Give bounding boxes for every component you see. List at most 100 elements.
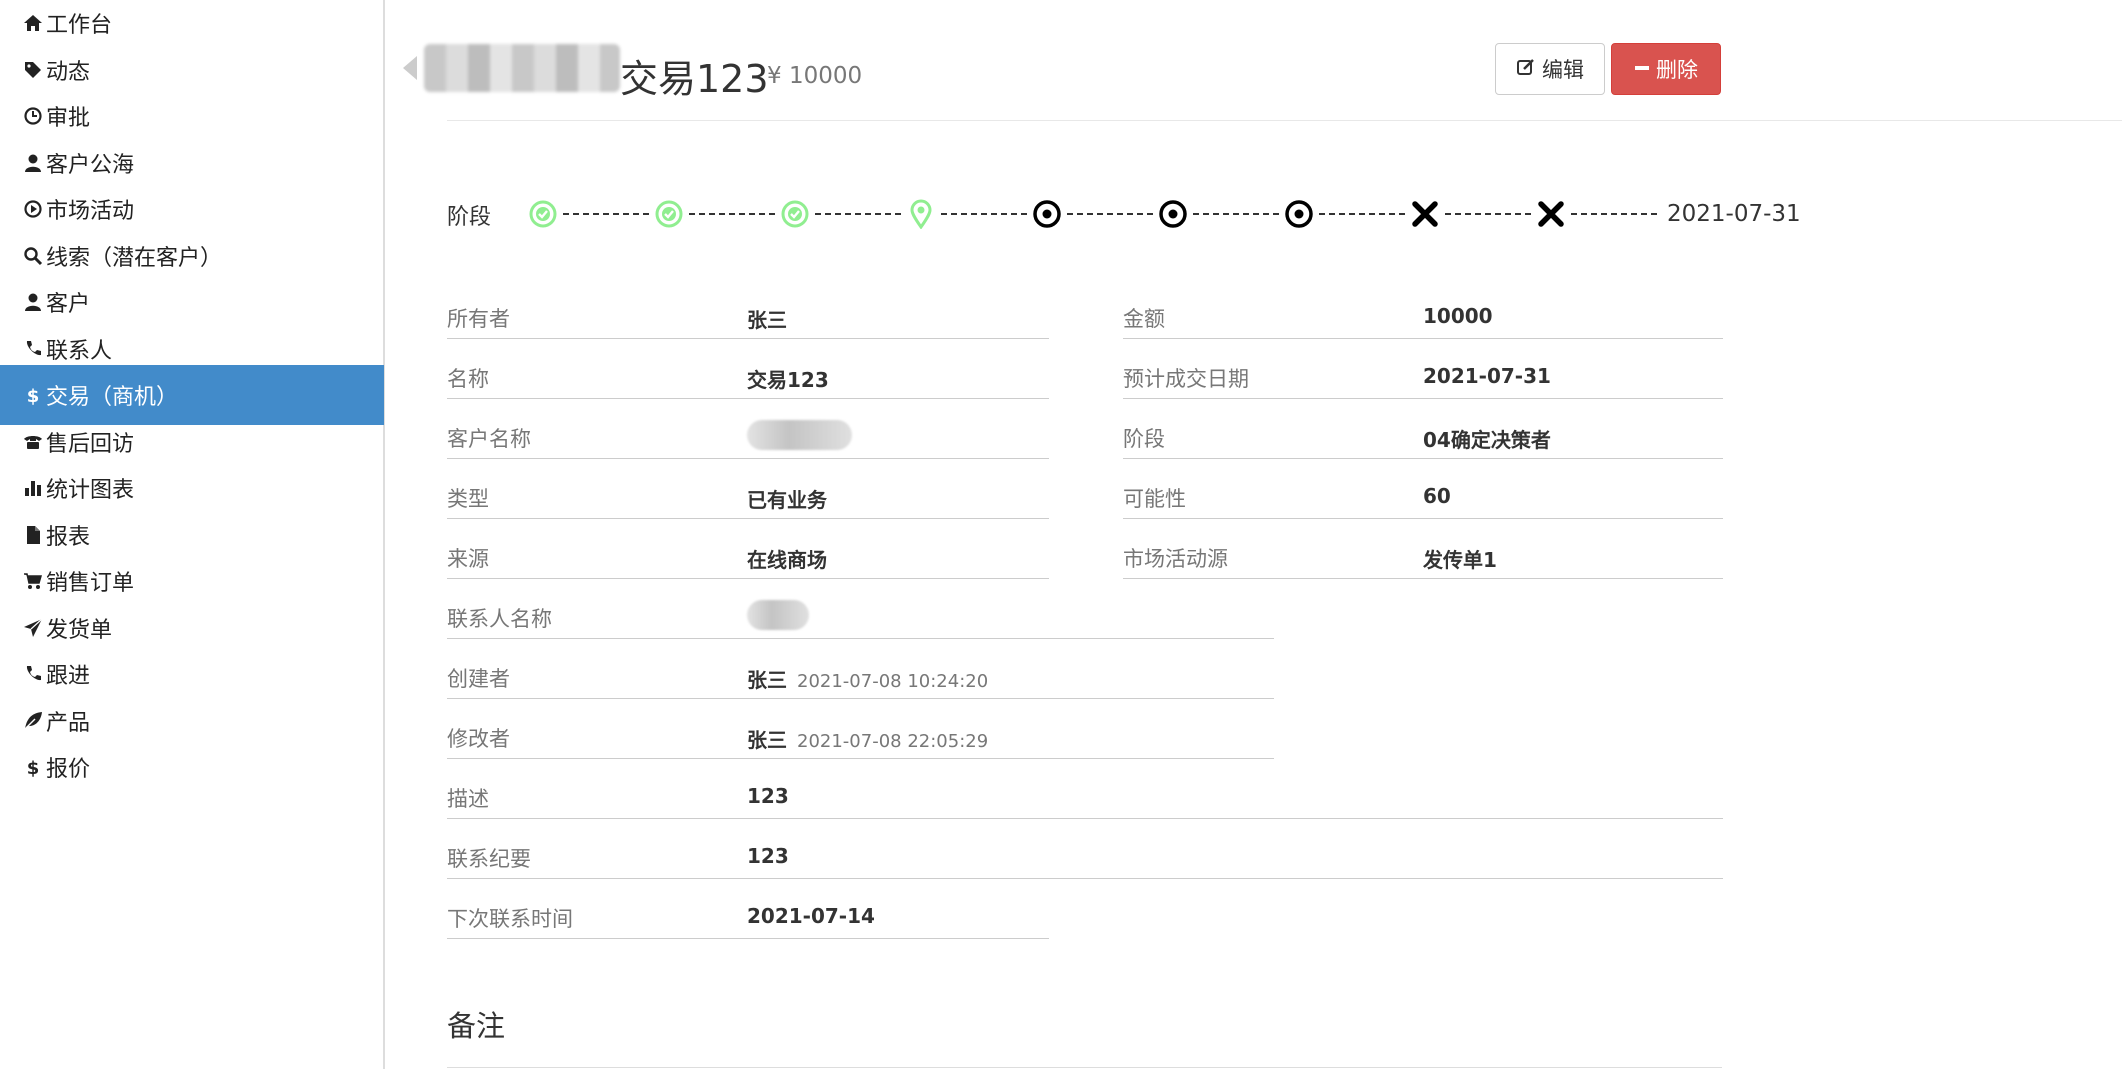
x-mark-icon[interactable] bbox=[1535, 198, 1567, 230]
field-value: 交易123 bbox=[747, 368, 829, 392]
sidebar-item-label: 报价 bbox=[46, 757, 91, 782]
field-value-wrap: 张三 2021-07-08 22:05:29 bbox=[747, 724, 988, 753]
user-icon bbox=[20, 150, 46, 176]
stage-connector bbox=[1067, 213, 1153, 215]
telephone-icon bbox=[20, 429, 46, 455]
delete-button[interactable]: 删除 bbox=[1611, 43, 1721, 95]
field-value: 在线商场 bbox=[747, 548, 827, 572]
file-icon bbox=[20, 522, 46, 548]
stage-label: 阶段 bbox=[447, 205, 492, 230]
dot-circle-icon[interactable] bbox=[1157, 198, 1189, 230]
field-label: 预计成交日期 bbox=[1123, 367, 1249, 391]
field-label: 名称 bbox=[447, 367, 489, 391]
page-title: 交易123 bbox=[620, 57, 769, 101]
tag-icon bbox=[20, 57, 46, 83]
detail-field: 联系人名称 bbox=[447, 600, 1274, 639]
delete-button-label: 删除 bbox=[1656, 58, 1698, 82]
sidebar-item-label: 产品 bbox=[46, 710, 91, 736]
map-marker-icon[interactable] bbox=[905, 198, 937, 230]
detail-field: 可能性 60 bbox=[1123, 483, 1723, 519]
sidebar-item-label: 线索（潜在客户） bbox=[46, 245, 223, 271]
x-mark-icon[interactable] bbox=[1409, 198, 1441, 230]
sidebar-item-label: 审批 bbox=[46, 106, 91, 131]
sidebar-item-label: 统计图表 bbox=[46, 478, 135, 503]
field-timestamp: 2021-07-08 10:24:20 bbox=[797, 671, 989, 692]
dollar-icon: $ bbox=[20, 382, 46, 408]
detail-field: 修改者 张三 2021-07-08 22:05:29 bbox=[447, 723, 1274, 759]
minus-icon bbox=[1634, 57, 1650, 81]
field-label: 下次联系时间 bbox=[447, 907, 573, 931]
field-label: 所有者 bbox=[447, 307, 510, 331]
send-icon bbox=[20, 615, 46, 641]
detail-field: 下次联系时间 2021-07-14 bbox=[447, 903, 1049, 939]
field-value-wrap: 123 bbox=[747, 784, 789, 808]
dot-circle-icon[interactable] bbox=[1283, 198, 1315, 230]
redacted-value bbox=[747, 420, 852, 450]
stage-connector bbox=[941, 213, 1027, 215]
field-value-wrap: 2021-07-14 bbox=[747, 904, 875, 928]
field-label: 阶段 bbox=[1123, 427, 1165, 451]
detail-field: 来源 在线商场 bbox=[447, 543, 1049, 579]
svg-text:$: $ bbox=[27, 386, 40, 405]
stage-connector bbox=[1571, 213, 1657, 215]
sidebar: 工作台 动态 审批 客户公海 市场活动 线索（潜在客户） 客户 联系人 $ 交易（商机） 售后回访统… bbox=[0, 0, 385, 1069]
field-value: 10000 bbox=[1423, 304, 1493, 328]
check-circle-icon[interactable] bbox=[653, 198, 685, 230]
redacted-name bbox=[424, 44, 620, 92]
field-value: 123 bbox=[747, 844, 789, 868]
phone-icon bbox=[20, 661, 46, 687]
field-value-wrap: 123 bbox=[747, 844, 789, 868]
field-timestamp: 2021-07-08 22:05:29 bbox=[797, 731, 989, 752]
field-label: 联系纪要 bbox=[447, 847, 531, 871]
field-value: 2021-07-31 bbox=[1423, 364, 1551, 388]
sidebar-item-label: 报表 bbox=[46, 524, 91, 550]
back-arrow-icon[interactable] bbox=[403, 56, 417, 80]
deal-amount: ¥ 10000 bbox=[767, 63, 863, 89]
field-label: 描述 bbox=[447, 787, 489, 811]
stage-connector bbox=[815, 213, 901, 215]
sidebar-item-label: 跟进 bbox=[46, 664, 91, 689]
phone-icon bbox=[20, 336, 46, 362]
detail-field: 名称 交易123 bbox=[447, 363, 1049, 399]
sidebar-item-label: 发货单 bbox=[46, 617, 113, 643]
field-label: 来源 bbox=[447, 547, 489, 571]
field-label: 联系人名称 bbox=[447, 607, 552, 631]
edit-button[interactable]: 编辑 bbox=[1495, 43, 1605, 95]
field-value-wrap: 张三 2021-07-08 10:24:20 bbox=[747, 664, 988, 693]
field-label: 创建者 bbox=[447, 667, 510, 691]
clock-icon bbox=[20, 103, 46, 129]
bar-chart-icon bbox=[20, 475, 46, 501]
check-circle-icon[interactable] bbox=[779, 198, 811, 230]
field-value: 2021-07-14 bbox=[747, 904, 875, 928]
field-value: 123 bbox=[747, 784, 789, 808]
field-value: 04确定决策者 bbox=[1423, 428, 1551, 452]
detail-field: 金额 10000 bbox=[1123, 303, 1723, 339]
sidebar-item-16[interactable]: $ 报价 bbox=[0, 737, 384, 797]
sidebar-item-label: 工作台 bbox=[46, 13, 113, 38]
field-value-wrap: 04确定决策者 bbox=[1423, 424, 1551, 453]
stage-connector bbox=[1445, 213, 1531, 215]
field-value-wrap: 已有业务 bbox=[747, 484, 827, 513]
field-value-wrap: 60 bbox=[1423, 484, 1451, 508]
field-value: 已有业务 bbox=[747, 488, 827, 512]
detail-field: 联系纪要 123 bbox=[447, 843, 1723, 879]
detail-field: 类型 已有业务 bbox=[447, 483, 1049, 519]
field-label: 修改者 bbox=[447, 727, 510, 751]
redacted-value bbox=[747, 600, 809, 630]
field-label: 金额 bbox=[1123, 307, 1165, 331]
detail-field: 描述 123 bbox=[447, 783, 1723, 819]
stage-connector bbox=[563, 213, 649, 215]
sidebar-item-label: 市场活动 bbox=[46, 199, 135, 224]
detail-field: 客户名称 bbox=[447, 420, 1049, 459]
field-value-wrap: 交易123 bbox=[747, 364, 829, 393]
stage-date: 2021-07-31 bbox=[1667, 201, 1801, 227]
user-icon bbox=[20, 289, 46, 315]
check-circle-icon[interactable] bbox=[527, 198, 559, 230]
stage-connector bbox=[1193, 213, 1279, 215]
field-value-wrap: 2021-07-31 bbox=[1423, 364, 1551, 388]
sidebar-item-label: 客户 bbox=[46, 292, 91, 317]
dot-circle-icon[interactable] bbox=[1031, 198, 1063, 230]
field-value: 60 bbox=[1423, 484, 1451, 508]
field-value: 张三 bbox=[747, 668, 787, 692]
field-value: 发传单1 bbox=[1423, 548, 1497, 572]
